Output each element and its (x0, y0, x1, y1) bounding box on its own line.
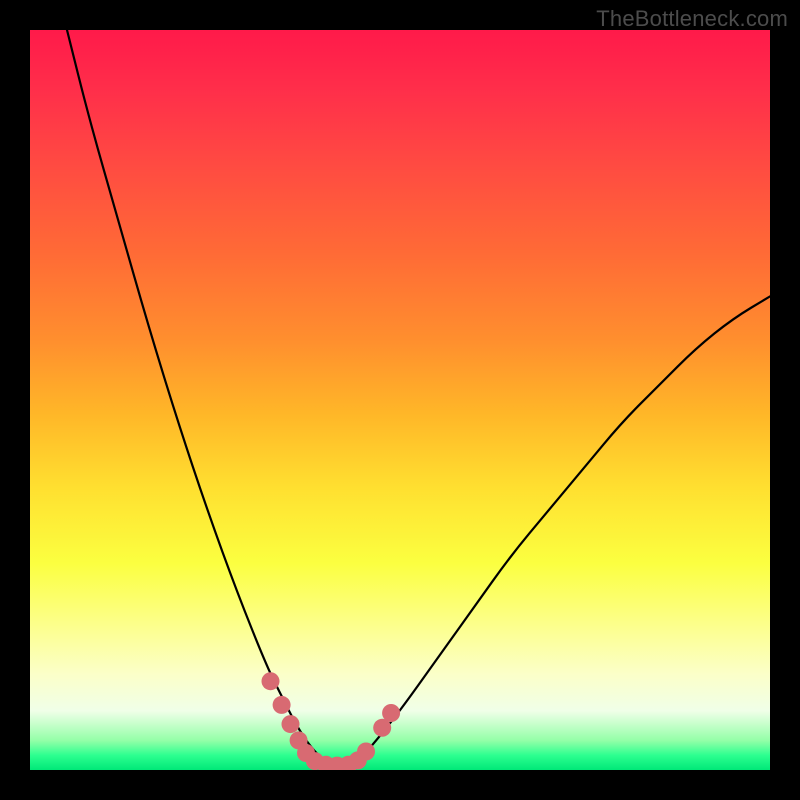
curve-marker (357, 743, 375, 761)
curve-marker (262, 672, 280, 690)
bottom-markers (262, 672, 401, 770)
bottleneck-curve-path (67, 30, 770, 765)
plot-area (30, 30, 770, 770)
curve-marker (282, 715, 300, 733)
chart-svg (30, 30, 770, 770)
curve-marker (273, 696, 291, 714)
curve-marker (382, 704, 400, 722)
outer-frame: TheBottleneck.com (0, 0, 800, 800)
watermark-text: TheBottleneck.com (596, 6, 788, 32)
